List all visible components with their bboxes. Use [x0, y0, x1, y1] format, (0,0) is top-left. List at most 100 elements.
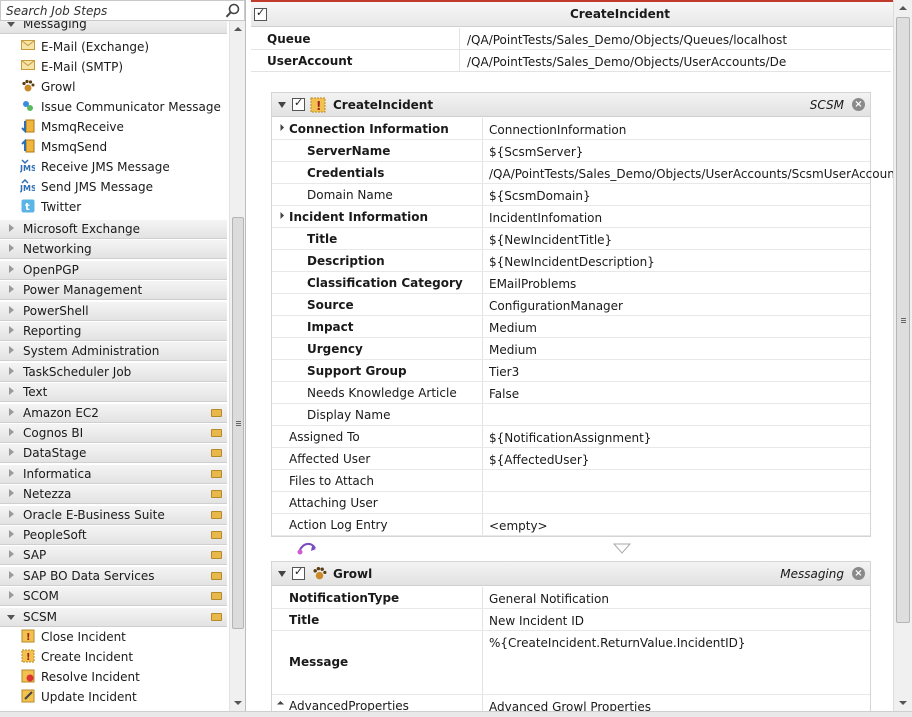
property-value[interactable]: New Incident ID	[489, 614, 584, 628]
property-row[interactable]: Attaching User	[272, 492, 870, 514]
property-row[interactable]: Files to Attach	[272, 470, 870, 492]
step-header[interactable]: Growl Messaging ×	[272, 562, 870, 586]
tree-group-reporting[interactable]: Reporting	[0, 322, 227, 341]
property-value[interactable]: IncidentInfomation	[489, 211, 602, 225]
tree-item-msmqreceive[interactable]: MsmqReceive	[0, 117, 227, 137]
property-row[interactable]: Classification Category EMailProblems	[272, 272, 870, 294]
collapsed-arrow-icon[interactable]	[9, 530, 14, 538]
tree-group-datastage[interactable]: DataStage	[0, 444, 227, 463]
property-value[interactable]: ${NewIncidentTitle}	[489, 233, 612, 247]
search-icon[interactable]	[225, 3, 241, 19]
property-row[interactable]: NotificationType General Notification	[272, 587, 870, 609]
drop-target-arrow-icon[interactable]	[612, 543, 632, 558]
collapsed-arrow-icon[interactable]	[9, 550, 14, 558]
expanded-arrow-icon[interactable]	[7, 615, 15, 620]
property-value[interactable]: %{CreateIncident.ReturnValue.IncidentID}	[489, 636, 746, 650]
expand-arrow-icon[interactable]	[276, 123, 285, 132]
collapsed-arrow-icon[interactable]	[9, 285, 14, 293]
collapsed-arrow-icon[interactable]	[9, 571, 14, 579]
collapsed-arrow-icon[interactable]	[9, 244, 14, 252]
tree-group-scom[interactable]: SCOM	[0, 587, 227, 606]
tree-group-netezza[interactable]: Netezza	[0, 485, 227, 504]
property-row[interactable]: ServerName ${ScsmServer}	[272, 140, 870, 162]
scroll-down-arrow-icon[interactable]	[899, 701, 907, 705]
scroll-thumb[interactable]	[896, 17, 910, 623]
property-value[interactable]: ${NewIncidentDescription}	[489, 255, 655, 269]
property-value[interactable]: EMailProblems	[489, 277, 576, 291]
property-row[interactable]: Connection Information ConnectionInformat…	[272, 118, 870, 140]
tree-item-growl[interactable]: Growl	[0, 77, 227, 97]
tree-group-openpgp[interactable]: OpenPGP	[0, 261, 227, 280]
prop-row-queue[interactable]: Queue /QA/PointTests/Sales_Demo/Objects/…	[251, 28, 891, 50]
tree-item-msmqsend[interactable]: MsmqSend	[0, 137, 227, 157]
property-row[interactable]: Title New Incident ID	[272, 609, 870, 631]
expand-arrow-icon[interactable]	[276, 211, 285, 220]
tree-group-cognos-bi[interactable]: Cognos BI	[0, 424, 227, 443]
property-value[interactable]: ${NotificationAssignment}	[489, 431, 651, 445]
property-row[interactable]: Credentials/QA/PointTests/Sales_Demo/Obj…	[272, 162, 893, 184]
property-value[interactable]: ${ScsmDomain}	[489, 189, 591, 203]
tree-group-informatica[interactable]: Informatica	[0, 465, 227, 484]
expand-arrow-icon[interactable]	[276, 700, 285, 709]
tree-item-update-incident[interactable]: Update Incident	[0, 687, 227, 707]
collapsed-arrow-icon[interactable]	[9, 367, 14, 375]
tree-group-scsm[interactable]: SCSM	[0, 608, 227, 627]
property-row[interactable]: Assigned To ${NotificationAssignment}	[272, 426, 870, 448]
tree-group-powershell[interactable]: PowerShell	[0, 302, 227, 321]
tree-item-close-incident[interactable]: ! Close Incident	[0, 627, 227, 647]
property-row[interactable]: Source ConfigurationManager	[272, 294, 870, 316]
property-value[interactable]: ConfigurationManager	[489, 299, 623, 313]
scroll-up-arrow-icon[interactable]	[899, 6, 907, 10]
tree-group-system-administration[interactable]: System Administration	[0, 342, 227, 361]
prop-value[interactable]: /QA/PointTests/Sales_Demo/Objects/UserAc…	[467, 55, 787, 69]
tree-item-receive-jms[interactable]: JMS Receive JMS Message	[0, 157, 227, 177]
tree-item-twitter[interactable]: t Twitter	[0, 197, 227, 217]
property-row[interactable]: Display Name	[272, 404, 870, 426]
step-enabled-checkbox[interactable]	[292, 96, 305, 111]
property-value[interactable]: False	[489, 387, 519, 401]
tree-group-networking[interactable]: Networking	[0, 240, 227, 259]
property-row[interactable]: Needs Knowledge Article False	[272, 382, 870, 404]
collapsed-arrow-icon[interactable]	[9, 489, 14, 497]
property-value[interactable]: <empty>	[489, 519, 548, 533]
property-value[interactable]: Tier3	[489, 365, 519, 379]
collapsed-arrow-icon[interactable]	[9, 469, 14, 477]
collapsed-arrow-icon[interactable]	[9, 265, 14, 273]
scroll-down-arrow-icon[interactable]	[234, 701, 242, 705]
remove-step-icon[interactable]: ×	[852, 98, 865, 111]
editor-scrollbar[interactable]	[893, 0, 912, 711]
scroll-thumb[interactable]	[232, 217, 244, 629]
tree-item-issue-communicator[interactable]: Issue Communicator Message	[0, 97, 227, 117]
tree-item-create-incident[interactable]: ! Create Incident	[0, 647, 227, 667]
tree-group-sap[interactable]: SAP	[0, 546, 227, 565]
tree-group-microsoft-exchange[interactable]: Microsoft Exchange	[0, 220, 227, 239]
property-value[interactable]: General Notification	[489, 592, 609, 606]
tree-group-peoplesoft[interactable]: PeopleSoft	[0, 526, 227, 545]
collapsed-arrow-icon[interactable]	[9, 408, 14, 416]
search-box[interactable]: Search Job Steps	[0, 0, 245, 21]
property-row[interactable]: Support Group Tier3	[272, 360, 870, 382]
left-scrollbar[interactable]	[229, 21, 245, 711]
tree-group-text[interactable]: Text	[0, 383, 227, 402]
collapsed-arrow-icon[interactable]	[9, 387, 14, 395]
tree-group-amazon-ec2[interactable]: Amazon EC2	[0, 404, 227, 423]
property-row[interactable]: Urgency Medium	[272, 338, 870, 360]
property-row[interactable]: Affected User ${AffectedUser}	[272, 448, 870, 470]
tree-item-resolve-incident[interactable]: Resolve Incident	[0, 667, 227, 687]
property-row[interactable]: Incident Information IncidentInfomation	[272, 206, 870, 228]
collapsed-arrow-icon[interactable]	[9, 591, 14, 599]
collapsed-arrow-icon[interactable]	[9, 510, 14, 518]
tree-group-sap-bo-data-services[interactable]: SAP BO Data Services	[0, 567, 227, 586]
tree-group-oracle-e-business-suite[interactable]: Oracle E-Business Suite	[0, 506, 227, 525]
collapsed-arrow-icon[interactable]	[9, 428, 14, 436]
tree-group-power-management[interactable]: Power Management	[0, 281, 227, 300]
tree-group-messaging[interactable]: Messaging	[0, 21, 227, 34]
collapsed-arrow-icon[interactable]	[9, 224, 14, 232]
collapsed-arrow-icon[interactable]	[9, 346, 14, 354]
search-input[interactable]: Search Job Steps	[6, 4, 107, 18]
property-row[interactable]: Action Log Entry <empty>	[272, 514, 870, 536]
property-row[interactable]: Impact Medium	[272, 316, 870, 338]
collapsed-arrow-icon[interactable]	[9, 326, 14, 334]
prop-row-useraccount[interactable]: UserAccount /QA/PointTests/Sales_Demo/Ob…	[251, 50, 891, 72]
collapse-arrow-icon[interactable]	[278, 102, 286, 108]
